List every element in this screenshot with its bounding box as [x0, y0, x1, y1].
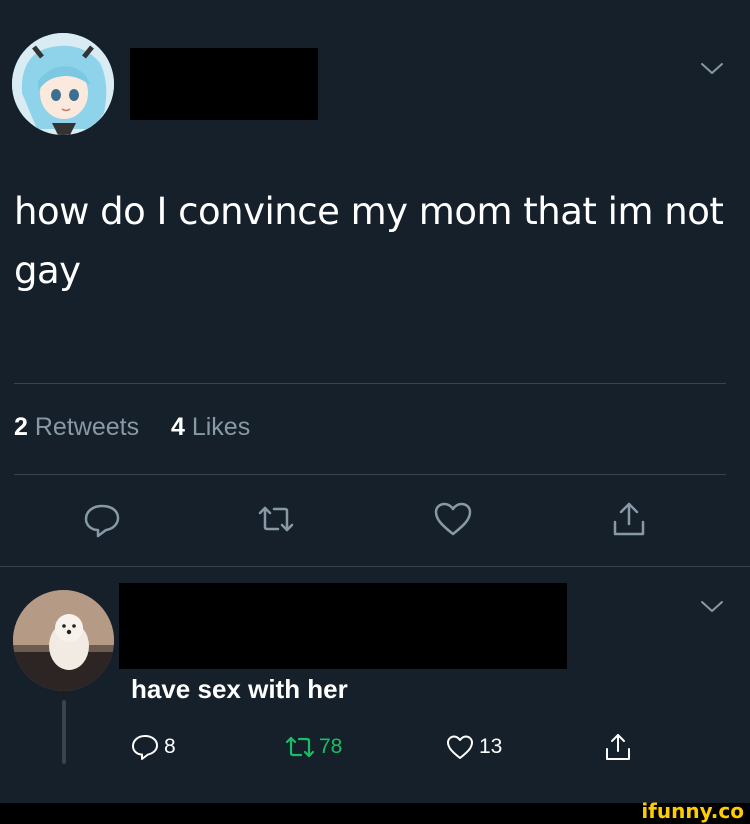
share-icon[interactable] — [607, 497, 651, 541]
watermark-bar — [0, 803, 750, 824]
reply-text: have sex with her — [131, 674, 348, 704]
retweets-label: Retweets — [34, 413, 140, 441]
avatar-image — [12, 33, 114, 135]
retweet-icon — [285, 736, 315, 758]
redacted-username — [130, 48, 318, 120]
reply-retweet-action[interactable]: 78 — [284, 730, 342, 764]
retweets-stat[interactable]: 2 Retweets — [14, 413, 146, 441]
likes-label: Likes — [191, 413, 251, 441]
likes-stat[interactable]: 4 Likes — [171, 413, 250, 441]
redacted-username — [119, 583, 567, 669]
reply-like-action[interactable]: 13 — [444, 730, 502, 764]
heart-icon[interactable] — [431, 497, 475, 541]
avatar[interactable] — [12, 33, 114, 135]
retweets-count: 2 — [14, 413, 28, 441]
chevron-down-icon[interactable] — [697, 594, 727, 618]
reply-likes-count: 13 — [479, 735, 503, 758]
reply-icon[interactable] — [80, 497, 124, 541]
avatar-image — [13, 590, 114, 691]
replies-count: 8 — [164, 735, 176, 758]
thread-line — [62, 700, 66, 764]
avatar[interactable] — [13, 590, 114, 691]
tweet-text: how do I convince my mom that im not gay — [14, 190, 724, 292]
heart-icon — [447, 735, 473, 759]
divider — [0, 566, 750, 567]
retweet-icon[interactable] — [254, 497, 298, 541]
watermark: ifunny.co — [641, 799, 744, 823]
divider — [14, 474, 726, 475]
reply-reply-action[interactable]: 8 — [129, 730, 176, 764]
divider — [14, 383, 726, 384]
share-icon — [606, 734, 630, 760]
tweet-stats: 2 Retweets 4 Likes — [14, 413, 250, 442]
likes-count: 4 — [170, 413, 185, 441]
chevron-down-icon[interactable] — [697, 56, 727, 80]
reply-share-action[interactable] — [602, 730, 637, 764]
reply-icon — [132, 735, 158, 760]
reply-retweets-count: 78 — [319, 735, 343, 758]
